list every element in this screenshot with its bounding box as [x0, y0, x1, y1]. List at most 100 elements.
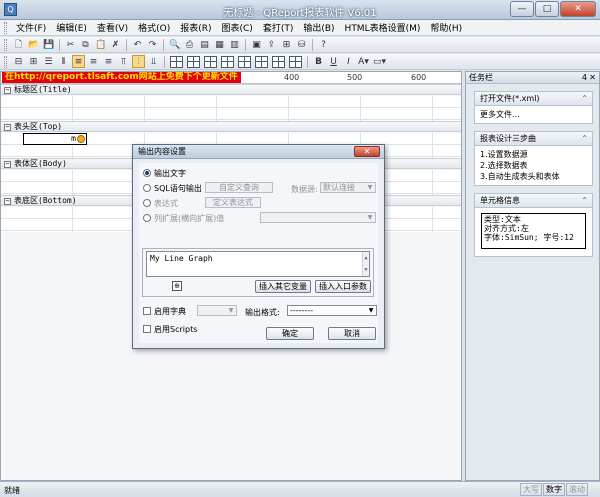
close-button[interactable]: ✕ [560, 1, 596, 17]
inner-border-icon[interactable] [204, 55, 217, 68]
table-icon[interactable]: ▥ [228, 38, 241, 51]
menu-grip[interactable] [4, 21, 7, 34]
grid-view-icon[interactable]: ⊞ [280, 38, 293, 51]
collapse-up-icon[interactable]: ⌃ [581, 132, 588, 145]
selected-cell[interactable]: m [23, 133, 87, 145]
step-set-datasource[interactable]: 1.设置数据源 [480, 149, 587, 160]
pin-icon[interactable]: 4 [582, 72, 587, 83]
menu-view[interactable]: 查看(V) [92, 21, 133, 34]
align-right-icon[interactable]: ≡ [102, 55, 115, 68]
no-border-icon[interactable] [289, 55, 302, 68]
bold-button[interactable]: B [312, 55, 325, 68]
export-icon[interactable]: ⇪ [265, 38, 278, 51]
enable-dictionary-checkbox[interactable] [143, 307, 151, 315]
menu-format[interactable]: 格式(O) [133, 21, 175, 34]
design-steps-header[interactable]: 报表设计三步曲 ⌃ [475, 132, 592, 146]
enable-scripts-row[interactable]: 启用Scripts [143, 323, 197, 335]
calendar-icon[interactable]: ▦ [213, 38, 226, 51]
left-border-icon[interactable] [255, 55, 268, 68]
option-sql-output[interactable]: SQL语句输出 [143, 182, 202, 194]
option-column-expand[interactable]: 列扩展(横向扩展)值 [143, 212, 224, 224]
paste-icon[interactable]: 📋 [94, 38, 107, 51]
copy-icon[interactable]: ⧉ [79, 38, 92, 51]
cell-info-header[interactable]: 单元格信息 ⌃ [475, 194, 592, 208]
enable-dictionary-row[interactable]: 启用字典 [143, 305, 186, 317]
menu-output[interactable]: 输出(B) [298, 21, 339, 34]
menu-html-table[interactable]: HTML表格设置(M) [340, 21, 426, 34]
print-icon[interactable]: ⎙ [183, 38, 196, 51]
delete-icon[interactable]: ✗ [109, 38, 122, 51]
output-format-select[interactable]: -------- ▼ [287, 305, 377, 316]
collapse-up-icon[interactable]: ⌃ [581, 92, 588, 105]
image-icon[interactable]: ▣ [250, 38, 263, 51]
fill-color-icon[interactable]: ▭▾ [372, 55, 386, 68]
radio-expression[interactable] [143, 199, 151, 207]
underline-button[interactable]: U [327, 55, 340, 68]
datasource-select[interactable]: 默认连接 ▼ [320, 182, 376, 193]
align-center-icon[interactable]: ≡ [87, 55, 100, 68]
dictionary-select[interactable]: ▼ [197, 305, 237, 316]
align-left-icon[interactable]: ≡ [72, 55, 85, 68]
radio-sql-output[interactable] [143, 184, 151, 192]
chart-icon[interactable]: ▤ [198, 38, 211, 51]
function-icon[interactable]: ⊕ [172, 281, 182, 291]
title-rows[interactable] [1, 96, 461, 121]
open-file-panel-header[interactable]: 打开文件(*.xml) ⌃ [475, 92, 592, 106]
help-icon[interactable]: ? [317, 38, 330, 51]
maximize-button[interactable]: □ [535, 1, 559, 17]
font-color-icon[interactable]: A▾ [357, 55, 370, 68]
column-expand-select[interactable]: ▼ [260, 212, 376, 223]
update-banner[interactable]: 在http://qreport.tlsaft.com网站上免费下个更新文件 [2, 72, 241, 83]
open-folder-icon[interactable]: 📂 [27, 38, 40, 51]
outer-border-icon[interactable] [187, 55, 200, 68]
align-top-icon[interactable]: ⫪ [117, 55, 130, 68]
menu-edit[interactable]: 编辑(E) [51, 21, 92, 34]
top-border-icon[interactable] [221, 55, 234, 68]
radio-column-expand[interactable] [143, 214, 151, 222]
dialog-close-button[interactable]: ✕ [354, 146, 380, 157]
save-icon[interactable]: 💾 [42, 38, 55, 51]
step-generate-header[interactable]: 3.自动生成表头和表体 [480, 171, 587, 182]
insert-param-button[interactable]: 插入入口参数 [315, 280, 371, 293]
collapse-icon[interactable]: − [4, 161, 11, 168]
section-title-bar[interactable]: − 标题区(Title) [1, 84, 461, 95]
right-border-icon[interactable] [272, 55, 285, 68]
insert-row-icon[interactable]: ☰ [42, 55, 55, 68]
step-select-table[interactable]: 2.选择数据表 [480, 160, 587, 171]
collapse-icon[interactable]: − [4, 87, 11, 94]
enable-scripts-checkbox[interactable] [143, 325, 151, 333]
minimize-button[interactable]: — [510, 1, 534, 17]
collapse-icon[interactable]: − [4, 198, 11, 205]
cell-format-icon[interactable] [77, 135, 85, 143]
radio-output-text[interactable] [143, 169, 151, 177]
dialog-title-bar[interactable]: 输出内容设置 ✕ [133, 145, 384, 159]
ok-button[interactable]: 确定 [266, 327, 314, 340]
toolbar-grip[interactable] [4, 55, 7, 68]
undo-icon[interactable]: ↶ [131, 38, 144, 51]
menu-help[interactable]: 帮助(H) [425, 21, 467, 34]
split-cells-icon[interactable]: ⊞ [27, 55, 40, 68]
more-files-link[interactable]: 更多文件... [480, 109, 587, 120]
cut-icon[interactable]: ✂ [64, 38, 77, 51]
menu-report[interactable]: 报表(R) [175, 21, 216, 34]
toolbar-grip[interactable] [4, 38, 7, 51]
preview-icon[interactable]: 🔍 [168, 38, 181, 51]
all-borders-icon[interactable] [170, 55, 183, 68]
insert-variable-button[interactable]: 插入其它变量 [255, 280, 311, 293]
custom-query-button[interactable]: 自定义查询 [205, 182, 273, 193]
menu-chart[interactable]: 图表(C) [217, 21, 258, 34]
menu-overprint[interactable]: 套打(T) [258, 21, 299, 34]
bottom-border-icon[interactable] [238, 55, 251, 68]
cancel-button[interactable]: 取消 [328, 327, 376, 340]
collapse-icon[interactable]: − [4, 124, 11, 131]
italic-button[interactable]: I [342, 55, 355, 68]
collapse-up-icon[interactable]: ⌃ [581, 194, 588, 207]
merge-cells-icon[interactable]: ⊟ [12, 55, 25, 68]
section-top-bar[interactable]: − 表头区(Top) [1, 121, 461, 132]
option-expression[interactable]: 表达式 [143, 197, 178, 209]
redo-icon[interactable]: ↷ [146, 38, 159, 51]
output-text-input[interactable]: My Line Graph ▲ ▼ [146, 251, 370, 277]
database-icon[interactable]: ⛁ [295, 38, 308, 51]
define-expression-button[interactable]: 定义表达式 [205, 197, 261, 208]
insert-column-icon[interactable]: ⫴ [57, 55, 70, 68]
